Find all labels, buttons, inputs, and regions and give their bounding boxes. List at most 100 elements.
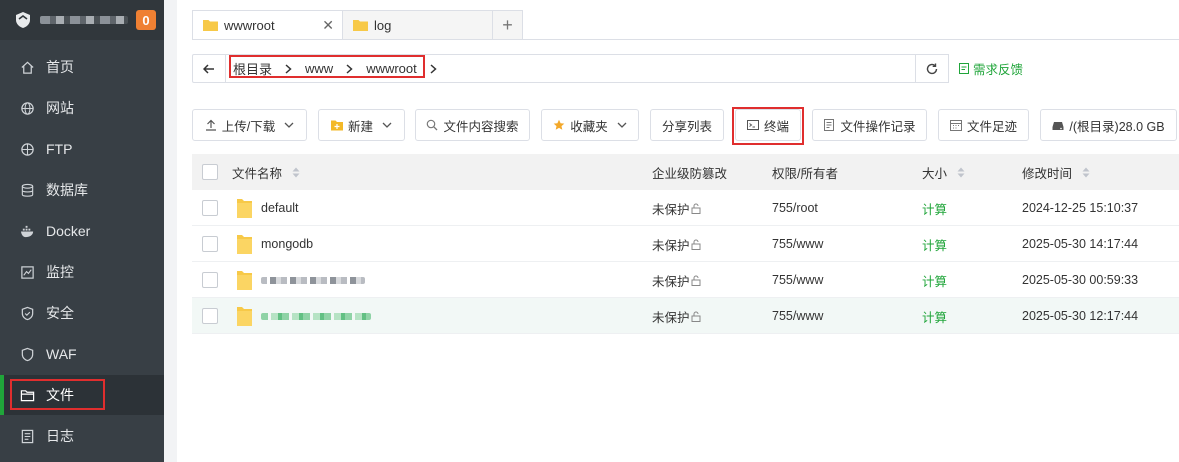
document-icon xyxy=(824,119,835,131)
sidebar-item-database[interactable]: 数据库 xyxy=(0,170,164,210)
favorites-button[interactable]: 收藏夹 xyxy=(541,109,639,141)
new-folder-icon xyxy=(330,120,343,131)
file-name-cell[interactable] xyxy=(237,262,365,298)
tab-divider xyxy=(192,39,1179,40)
disk-button[interactable]: /(根目录)28.0 GB xyxy=(1040,109,1177,141)
row-checkbox[interactable] xyxy=(202,200,218,216)
folder-icon xyxy=(237,271,252,290)
size-calc-link[interactable]: 计算 xyxy=(922,190,947,226)
terminal-button[interactable]: 终端 xyxy=(735,109,801,141)
button-label: 文件足迹 xyxy=(966,119,1017,134)
path-bar[interactable]: 根目录 www wwwroot xyxy=(192,54,949,83)
add-tab-button[interactable]: + xyxy=(492,10,523,40)
sidebar-item-ftp[interactable]: FTP xyxy=(0,129,164,169)
row-checkbox[interactable] xyxy=(202,236,218,252)
chevron-down-icon xyxy=(284,122,294,128)
select-all-checkbox[interactable] xyxy=(202,164,218,180)
permission-cell[interactable]: 755/www xyxy=(772,298,823,334)
table-row[interactable]: mongodb 未保护 755/www 计算 2025-05-30 14:17:… xyxy=(192,226,1179,262)
header-label: 大小 xyxy=(922,166,948,181)
table-row[interactable]: default 未保护 755/root 计算 2024-12-25 15:10… xyxy=(192,190,1179,226)
header-label: 文件名称 xyxy=(232,166,283,181)
mtime-value: 2025-05-30 12:17:44 xyxy=(1022,309,1139,323)
upload-download-button[interactable]: 上传/下载 xyxy=(192,109,307,141)
permission-cell[interactable]: 755/root xyxy=(772,190,818,226)
file-name-cell[interactable]: default xyxy=(237,190,299,226)
chevron-down-icon xyxy=(617,122,627,128)
server-name-redacted xyxy=(40,16,128,24)
feedback-link[interactable]: 需求反馈 xyxy=(959,54,1023,83)
sidebar-item-monitor[interactable]: 监控 xyxy=(0,252,164,292)
row-checkbox[interactable] xyxy=(202,272,218,288)
folder-icon xyxy=(20,389,35,401)
permission-value: 755/www xyxy=(772,309,824,323)
button-label: 文件内容搜索 xyxy=(443,119,519,134)
permission-cell[interactable]: 755/www xyxy=(772,262,823,298)
file-name-redacted xyxy=(261,312,371,320)
sidebar-item-security[interactable]: 安全 xyxy=(0,293,164,333)
mtime-value: 2025-05-30 00:59:33 xyxy=(1022,273,1139,287)
table-row[interactable]: 未保护 755/www 计算 2025-05-30 12:17:44 xyxy=(192,298,1179,334)
crumb-root[interactable]: 根目录 xyxy=(233,59,272,78)
folder-icon xyxy=(237,235,252,254)
button-label: 上传/下载 xyxy=(221,119,276,134)
terminal-icon xyxy=(746,120,759,130)
sidebar-item-website[interactable]: 网站 xyxy=(0,88,164,128)
back-button[interactable] xyxy=(193,55,226,82)
crumb-wwwroot[interactable]: wwwroot xyxy=(366,61,417,76)
content-search-button[interactable]: 文件内容搜索 xyxy=(415,109,530,141)
header-mtime[interactable]: 修改时间 xyxy=(1022,154,1090,190)
size-calc-link[interactable]: 计算 xyxy=(922,226,947,262)
mtime-cell: 2025-05-30 00:59:33 xyxy=(1022,262,1138,298)
mtime-cell: 2024-12-25 15:10:37 xyxy=(1022,190,1138,226)
permission-cell[interactable]: 755/www xyxy=(772,226,823,262)
file-name-redacted xyxy=(261,276,365,284)
protect-cell[interactable]: 未保护 xyxy=(652,262,701,298)
sidebar-item-label: Docker xyxy=(46,223,91,239)
sidebar-item-logs[interactable]: 日志 xyxy=(0,416,164,456)
protect-status: 未保护 xyxy=(652,274,690,289)
tab-wwwroot[interactable]: wwwroot ✕ xyxy=(192,10,343,40)
size-value: 计算 xyxy=(922,310,948,325)
calendar-icon xyxy=(949,120,962,131)
operation-log-button[interactable]: 文件操作记录 xyxy=(812,109,927,141)
chevron-right-icon xyxy=(430,63,437,74)
sidebar-item-waf[interactable]: WAF xyxy=(0,334,164,374)
waf-icon xyxy=(21,347,34,361)
share-list-button[interactable]: 分享列表 xyxy=(650,109,724,141)
unlock-icon xyxy=(691,311,701,322)
table-row[interactable]: 未保护 755/www 计算 2025-05-30 00:59:33 xyxy=(192,262,1179,298)
protect-cell[interactable]: 未保护 xyxy=(652,298,701,334)
ftp-icon xyxy=(21,142,34,156)
sidebar-item-label: 网站 xyxy=(46,100,74,116)
file-name-cell[interactable] xyxy=(237,298,371,334)
sidebar-item-home[interactable]: 首页 xyxy=(0,47,164,87)
sidebar-item-docker[interactable]: Docker xyxy=(0,211,164,251)
protect-cell[interactable]: 未保护 xyxy=(652,190,701,226)
file-footprint-button[interactable]: 文件足迹 xyxy=(938,109,1029,141)
button-label: 新建 xyxy=(347,119,373,134)
tab-log[interactable]: log xyxy=(342,10,493,40)
size-calc-link[interactable]: 计算 xyxy=(922,262,947,298)
notification-badge[interactable]: 0 xyxy=(136,10,156,30)
edit-icon xyxy=(959,63,969,74)
protect-cell[interactable]: 未保护 xyxy=(652,226,701,262)
refresh-button[interactable] xyxy=(915,54,949,83)
permission-value: 755/root xyxy=(772,201,818,215)
sidebar-item-files[interactable]: 文件 xyxy=(0,375,164,415)
log-icon xyxy=(21,429,34,443)
unlock-icon xyxy=(691,239,701,250)
crumb-www[interactable]: www xyxy=(305,61,333,76)
folder-icon xyxy=(353,20,368,31)
tab-label: log xyxy=(374,17,392,33)
close-icon[interactable]: ✕ xyxy=(322,17,334,34)
new-button[interactable]: 新建 xyxy=(318,109,405,141)
header-label: 权限/所有者 xyxy=(772,166,838,181)
row-checkbox[interactable] xyxy=(202,308,218,324)
sidebar-item-label: 安全 xyxy=(46,305,74,321)
header-name[interactable]: 文件名称 xyxy=(232,154,300,190)
header-size[interactable]: 大小 xyxy=(922,154,965,190)
header-protect: 企业级防篡改 xyxy=(652,154,727,190)
file-name-cell[interactable]: mongodb xyxy=(237,226,313,262)
size-calc-link[interactable]: 计算 xyxy=(922,298,947,334)
